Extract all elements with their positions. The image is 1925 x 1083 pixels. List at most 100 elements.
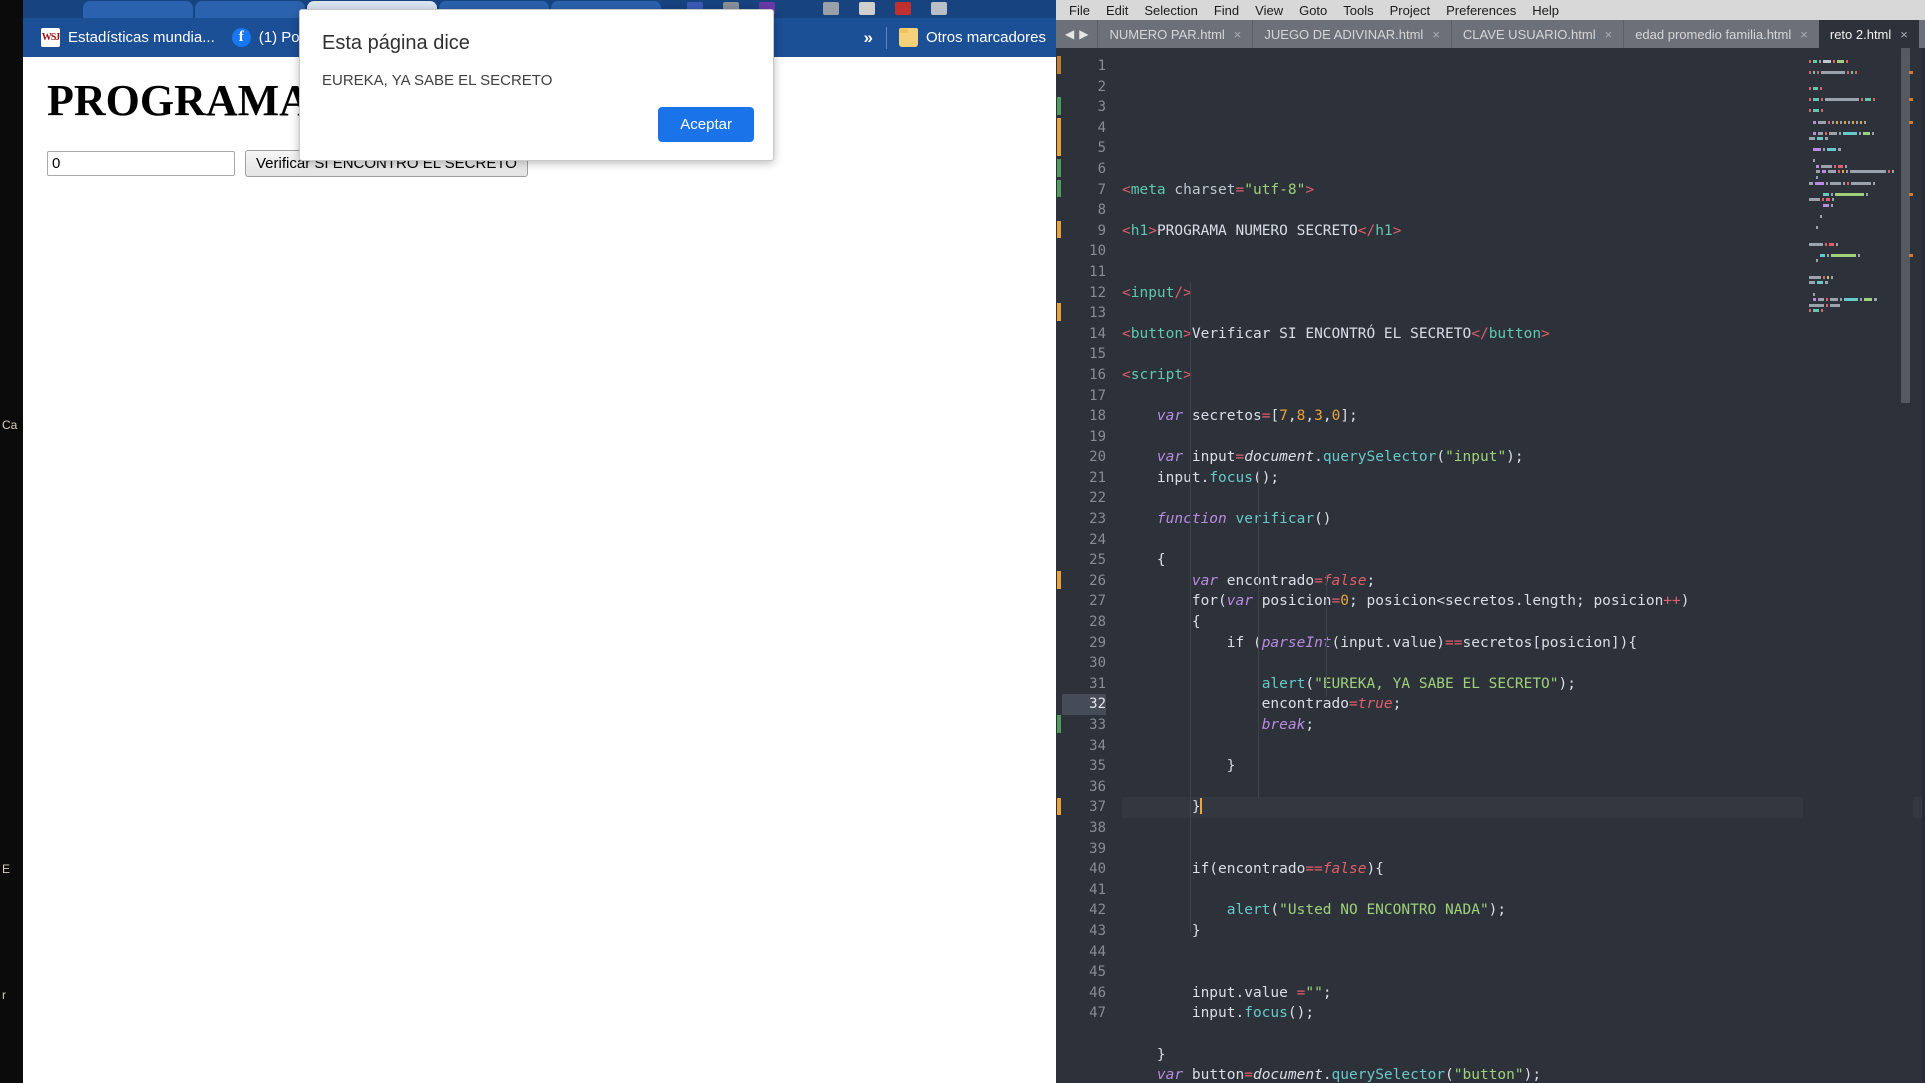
tab-next-arrow-icon[interactable]: ▶: [1079, 27, 1088, 41]
minimap-token: [1809, 87, 1811, 91]
tab-prev-arrow-icon[interactable]: ◀: [1065, 27, 1074, 41]
facebook-favicon-icon: f: [231, 28, 251, 47]
minimap-line: [1809, 225, 1913, 229]
code-token: querySelector: [1322, 449, 1437, 466]
bookmark-item-other-bookmarks[interactable]: Otros marcadores: [894, 25, 1056, 50]
minimap-token: [1823, 59, 1831, 63]
minimap-token: [1836, 120, 1839, 124]
secret-number-input[interactable]: [47, 151, 235, 176]
minimap-token: [1821, 198, 1824, 202]
minimap-token: [1831, 198, 1834, 202]
code-token: "Usted NO ENCONTRO NADA": [1279, 902, 1489, 919]
minimap-line: [1809, 237, 1913, 240]
minimap-token: [1873, 98, 1876, 102]
minimap-token: [1812, 148, 1821, 152]
editor-tab-0[interactable]: NUMERO PAR.html ×: [1097, 20, 1252, 48]
minimap-token: [1887, 170, 1890, 174]
minimap-token: [1816, 164, 1820, 168]
code-token: ++: [1663, 593, 1681, 610]
close-icon[interactable]: ×: [1432, 27, 1440, 42]
minimap-token: [1835, 242, 1839, 246]
close-icon[interactable]: ×: [1234, 27, 1242, 42]
code-token: h1: [1375, 222, 1393, 239]
close-icon[interactable]: ×: [1900, 27, 1908, 42]
close-icon[interactable]: ×: [1800, 27, 1808, 42]
menu-item-selection[interactable]: Selection: [1136, 1, 1205, 20]
code-token: ==: [1305, 861, 1323, 878]
minimap-token: [1860, 120, 1863, 124]
minimap-token: [1851, 70, 1854, 74]
minimap-token: [1827, 170, 1836, 174]
code-token: input.value: [1122, 984, 1297, 1001]
dialog-title: Esta página dice: [322, 32, 470, 54]
minimap-token: [1839, 131, 1842, 135]
code-token: {: [1628, 634, 1638, 651]
editor-tab-1[interactable]: JUEGO DE ADIVINAR.html ×: [1252, 20, 1451, 48]
code-token: ;: [1392, 696, 1402, 713]
minimap-line: [1809, 209, 1913, 212]
minimap-token: [1848, 120, 1851, 124]
toolbar-icon-4[interactable]: [823, 2, 839, 15]
line-number: 42: [1089, 902, 1106, 919]
code-token: </: [1357, 222, 1376, 239]
browser-tab-1[interactable]: [83, 1, 193, 18]
bookmark-item-wsj[interactable]: WSJ Estadísticas mundia...: [36, 25, 220, 50]
menu-item-project[interactable]: Project: [1382, 1, 1438, 20]
minimap-line: [1809, 176, 1913, 180]
page-content: PROGRAMA NUMERO SECRETO Verificar SI ENC…: [23, 57, 1056, 1083]
menu-item-view[interactable]: View: [1247, 1, 1291, 20]
toolbar-icon-5[interactable]: [859, 2, 875, 15]
gutter-change-marker: [1057, 117, 1061, 156]
gutter-change-marker: [1057, 179, 1061, 198]
bookmarks-overflow-chevron-icon[interactable]: »: [857, 28, 878, 48]
editor-tab-2[interactable]: CLAVE USUARIO.html ×: [1450, 20, 1623, 48]
minimap-token: [1845, 170, 1848, 174]
menu-item-help[interactable]: Help: [1524, 1, 1567, 20]
code-token: =: [1235, 181, 1245, 198]
browser-tab-2[interactable]: [195, 1, 305, 18]
code-token: ;: [1349, 593, 1367, 610]
minimap-token: [1824, 137, 1828, 141]
minimap-token: [1834, 192, 1865, 196]
code-token: meta: [1130, 181, 1166, 198]
minimap-token: [1812, 292, 1815, 296]
line-number: 8: [1097, 202, 1106, 219]
tab-nav-arrows[interactable]: ◀ ▶: [1056, 20, 1097, 48]
minimap-line: [1809, 198, 1913, 202]
minimap-token: [1845, 59, 1848, 63]
toolbar-icon-6[interactable]: [895, 2, 911, 15]
editor-tab-3[interactable]: edad promedio familia.html ×: [1623, 20, 1819, 48]
code-token: ,: [1305, 408, 1315, 425]
code-token: var: [1156, 449, 1184, 466]
editor-tab-active[interactable]: reto 2.html ×: [1818, 20, 1919, 48]
gutter-change-marker: [1057, 571, 1061, 589]
gutter-change-marker: [1057, 220, 1061, 239]
code-token: posicion: [1252, 593, 1332, 610]
folder-icon: [898, 28, 918, 47]
dialog-accept-button[interactable]: Aceptar: [658, 107, 754, 142]
minimap-line: [1809, 115, 1913, 118]
code-token: charset: [1174, 181, 1236, 198]
menu-item-tools[interactable]: Tools: [1335, 1, 1381, 20]
code-token: PROGRAMA NUMERO SECRETO: [1156, 222, 1358, 239]
code-token: function: [1156, 511, 1227, 528]
menu-item-find[interactable]: Find: [1206, 1, 1247, 20]
minimap-token: [1864, 120, 1867, 124]
javascript-alert-dialog: Esta página dice EUREKA, YA SABE EL SECR…: [299, 9, 774, 161]
line-number: 22: [1089, 490, 1106, 507]
toolbar-icon-7[interactable]: [931, 2, 947, 15]
code-token: false: [1322, 572, 1367, 589]
menu-item-edit[interactable]: Edit: [1098, 1, 1136, 20]
menu-item-file[interactable]: File: [1061, 1, 1098, 20]
menu-item-preferences[interactable]: Preferences: [1438, 1, 1524, 20]
code-token: ();: [1287, 1005, 1315, 1022]
close-icon[interactable]: ×: [1605, 27, 1613, 42]
code-minimap[interactable]: [1803, 48, 1913, 1083]
new-tab-controls[interactable]: + ▼: [1919, 20, 1925, 48]
code-editor-area[interactable]: 1 2 3 4 5 6 7 8 9 10 11 12 13 14 15 16 17 18 19 20 21 22 23 24 2…: [1056, 48, 1925, 1083]
menu-item-goto[interactable]: Goto: [1291, 1, 1335, 20]
minimap-token: [1809, 281, 1816, 285]
